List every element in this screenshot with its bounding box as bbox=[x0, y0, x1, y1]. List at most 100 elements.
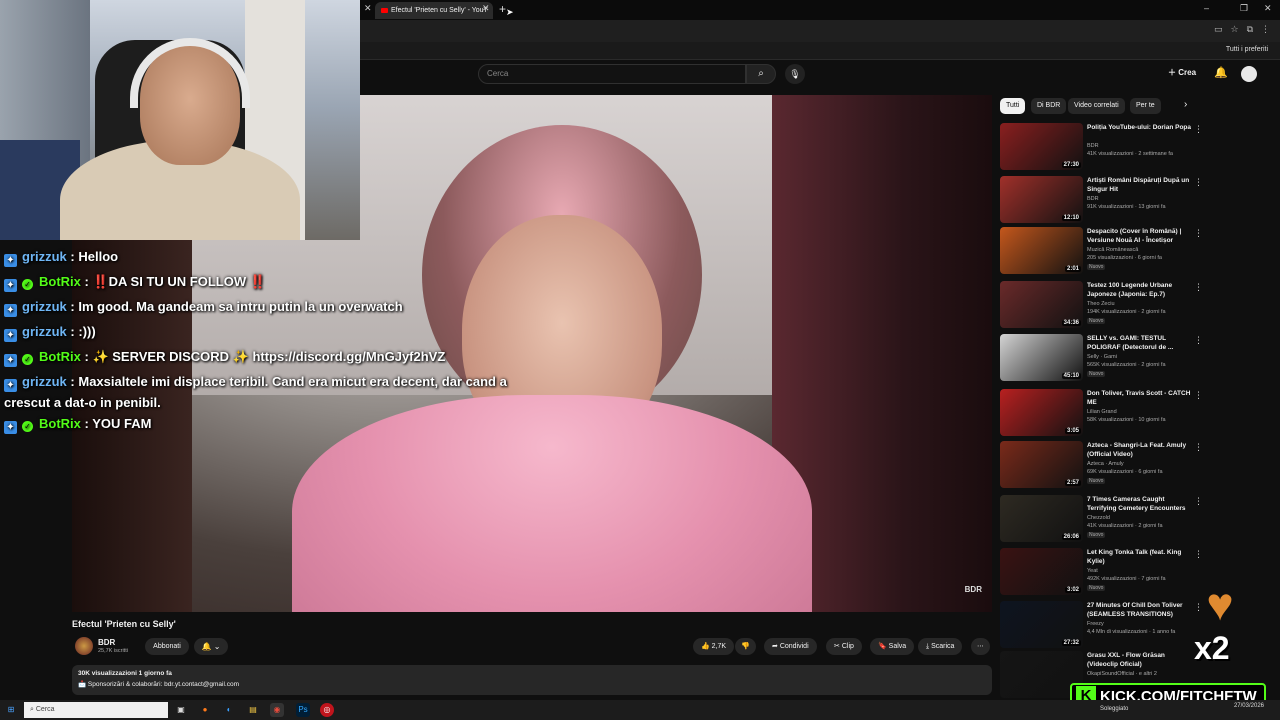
chat-username[interactable]: grizzuk bbox=[22, 324, 67, 339]
file-explorer-icon[interactable]: ▤ bbox=[246, 703, 260, 717]
video-channel[interactable]: Azteca · Amuly bbox=[1087, 461, 1191, 467]
recommended-video[interactable]: 34:36 Testez 100 Legende Urbane Japoneze … bbox=[1000, 281, 1270, 331]
minimize-icon[interactable]: – bbox=[1204, 3, 1209, 13]
recommended-video[interactable]: 2:01 Despacito (Cover în Română) | Versiu… bbox=[1000, 227, 1270, 277]
task-view-icon[interactable]: ▣ bbox=[174, 703, 188, 717]
video-title[interactable]: Testez 100 Legende Urbane Japoneze (Japo… bbox=[1087, 281, 1191, 299]
filter-chip[interactable]: Di BDR bbox=[1031, 98, 1067, 114]
video-title[interactable]: Poliția YouTube-ului: Dorian Popa bbox=[1087, 123, 1191, 132]
menu-dots-icon[interactable]: ⋮ bbox=[1261, 24, 1270, 35]
window-close-icon[interactable]: ✕ bbox=[1264, 3, 1272, 14]
video-thumbnail[interactable]: 45:10 bbox=[1000, 334, 1083, 381]
video-thumbnail[interactable]: 2:57 bbox=[1000, 441, 1083, 488]
chat-username[interactable]: grizzuk bbox=[22, 299, 67, 314]
account-avatar[interactable] bbox=[1241, 66, 1257, 82]
search-button[interactable]: ⌕ bbox=[746, 64, 776, 84]
channel-name[interactable]: BDR bbox=[98, 638, 115, 647]
download-button[interactable]: ⤓ Scarica bbox=[918, 638, 963, 655]
chrome-icon[interactable]: ◉ bbox=[270, 703, 284, 717]
notifications-icon[interactable]: 🔔 bbox=[1214, 66, 1228, 79]
chat-username[interactable]: grizzuk bbox=[22, 249, 67, 264]
video-thumbnail[interactable]: 3:05 bbox=[1000, 389, 1083, 436]
video-channel[interactable]: OkapiSoundOfficial · e altri 2 bbox=[1087, 671, 1191, 677]
video-channel[interactable]: BDR bbox=[1087, 196, 1191, 202]
video-thumbnail[interactable]: 3:02 bbox=[1000, 548, 1083, 595]
recommended-video[interactable]: 12:10 Artiști Români Dispăruți După un Si… bbox=[1000, 176, 1270, 226]
video-title[interactable]: Despacito (Cover în Română) | Versiune N… bbox=[1087, 227, 1191, 245]
recommended-video[interactable]: 26:06 7 Times Cameras Caught Terrifying C… bbox=[1000, 495, 1270, 545]
obs-icon[interactable]: ◎ bbox=[320, 703, 334, 717]
photoshop-icon[interactable]: Ps bbox=[296, 703, 310, 717]
cast-icon[interactable]: ▭ bbox=[1214, 24, 1223, 35]
search-input[interactable]: Cerca bbox=[478, 64, 746, 84]
more-options-icon[interactable]: ⋮ bbox=[1194, 228, 1203, 239]
recommended-video[interactable]: 3:05 Don Toliver, Travis Scott - CATCH ME… bbox=[1000, 389, 1270, 439]
notification-bell-button[interactable]: 🔔 ⌄ bbox=[194, 638, 228, 655]
maximize-icon[interactable]: ❐ bbox=[1240, 3, 1248, 14]
video-title[interactable]: Let King Tonka Talk (feat. King Kylie) bbox=[1087, 548, 1191, 566]
video-title[interactable]: Grasu XXL - Flow Grăsan (Videoclip Ofici… bbox=[1087, 651, 1191, 669]
channel-avatar[interactable] bbox=[75, 637, 93, 655]
video-thumbnail[interactable]: 2:01 bbox=[1000, 227, 1083, 274]
more-options-icon[interactable]: ⋮ bbox=[1194, 335, 1203, 346]
filter-chip[interactable]: Tutti bbox=[1000, 98, 1026, 114]
video-channel[interactable]: Freezy bbox=[1087, 621, 1191, 627]
close-tab-icon[interactable]: ✕ bbox=[482, 3, 490, 14]
video-title[interactable]: SELLY vs. GAMI: TESTUL POLIGRAF (Detecto… bbox=[1087, 334, 1191, 352]
dislike-button[interactable]: 👎 bbox=[735, 638, 756, 655]
firefox-icon[interactable]: ● bbox=[198, 703, 212, 717]
recommended-video[interactable]: 27:30 Poliția YouTube-ului: Dorian Popa BD… bbox=[1000, 123, 1270, 173]
star-icon[interactable]: ☆ bbox=[1230, 24, 1238, 35]
video-channel[interactable]: BDR bbox=[1087, 143, 1191, 149]
more-options-icon[interactable]: ⋮ bbox=[1194, 442, 1203, 453]
more-options-icon[interactable]: ⋮ bbox=[1194, 282, 1203, 293]
chat-username[interactable]: BotRix bbox=[39, 274, 81, 289]
chevron-right-icon[interactable]: › bbox=[1184, 99, 1187, 110]
taskbar-search-input[interactable]: ⌕ Cerca bbox=[24, 702, 168, 718]
chat-username[interactable]: grizzuk bbox=[22, 374, 67, 389]
more-options-icon[interactable]: ⋮ bbox=[1194, 177, 1203, 188]
video-channel[interactable]: Chezzold bbox=[1087, 515, 1191, 521]
video-channel[interactable]: Muzică Românească bbox=[1087, 247, 1191, 253]
filter-chip[interactable]: Per te bbox=[1130, 98, 1161, 114]
active-tab[interactable]: Efectul 'Prieten cu Selly' - YouT bbox=[375, 2, 493, 19]
more-options-icon[interactable]: ⋮ bbox=[1194, 549, 1203, 560]
windows-start-icon[interactable]: ⊞ bbox=[4, 703, 18, 717]
chat-username[interactable]: BotRix bbox=[39, 416, 81, 431]
video-title[interactable]: Artiști Români Dispăruți După un Singur … bbox=[1087, 176, 1191, 194]
video-channel[interactable]: Selly · Gami bbox=[1087, 354, 1191, 360]
subscribe-button[interactable]: Abbonati bbox=[145, 638, 189, 655]
like-button[interactable]: 👍 2,7K bbox=[693, 638, 735, 655]
clip-button[interactable]: ✂ Clip bbox=[826, 638, 862, 655]
video-title[interactable]: 7 Times Cameras Caught Terrifying Cemete… bbox=[1087, 495, 1191, 513]
more-options-icon[interactable]: ⋮ bbox=[1194, 390, 1203, 401]
new-tab-icon[interactable]: + bbox=[499, 2, 506, 16]
extensions-icon[interactable]: ⧉ bbox=[1247, 24, 1253, 35]
close-tab-icon[interactable]: ✕ bbox=[364, 3, 372, 14]
video-meta: 41K visualizzazioni · 2 giorni fa bbox=[1087, 523, 1163, 529]
more-options-icon[interactable]: ⋮ bbox=[1194, 124, 1203, 135]
video-thumbnail[interactable]: 12:10 bbox=[1000, 176, 1083, 223]
video-thumbnail[interactable]: 34:36 bbox=[1000, 281, 1083, 328]
video-title[interactable]: Azteca - Shangri-La Feat. Amuly (Officia… bbox=[1087, 441, 1191, 459]
video-title[interactable]: Don Toliver, Travis Scott - CATCH ME bbox=[1087, 389, 1191, 407]
edge-icon[interactable]: ◐ bbox=[222, 703, 236, 717]
share-button[interactable]: ➦ Condividi bbox=[764, 638, 817, 655]
video-channel[interactable]: Lilian Grand bbox=[1087, 409, 1191, 415]
voice-search-button[interactable]: 🎙 bbox=[785, 64, 805, 84]
save-button[interactable]: 🔖 Salva bbox=[870, 638, 915, 655]
all-bookmarks-link[interactable]: Tutti i preferiti bbox=[1226, 46, 1268, 53]
video-thumbnail[interactable]: 27:32 bbox=[1000, 601, 1083, 648]
video-thumbnail[interactable]: 27:30 bbox=[1000, 123, 1083, 170]
more-actions-button[interactable]: ⋯ bbox=[971, 638, 990, 655]
create-button[interactable]: ＋ Crea bbox=[1168, 67, 1196, 78]
video-title[interactable]: 27 Minutes Of Chill Don Toliver (SEAMLES… bbox=[1087, 601, 1191, 619]
video-channel[interactable]: Yeat bbox=[1087, 568, 1191, 574]
more-options-icon[interactable]: ⋮ bbox=[1194, 496, 1203, 507]
recommended-video[interactable]: 2:57 Azteca - Shangri-La Feat. Amuly (Off… bbox=[1000, 441, 1270, 491]
chat-username[interactable]: BotRix bbox=[39, 349, 81, 364]
filter-chip[interactable]: Video correlati bbox=[1068, 98, 1125, 114]
recommended-video[interactable]: 45:10 SELLY vs. GAMI: TESTUL POLIGRAF (De… bbox=[1000, 334, 1270, 384]
video-thumbnail[interactable]: 26:06 bbox=[1000, 495, 1083, 542]
video-channel[interactable]: Theo Zeciu bbox=[1087, 301, 1191, 307]
